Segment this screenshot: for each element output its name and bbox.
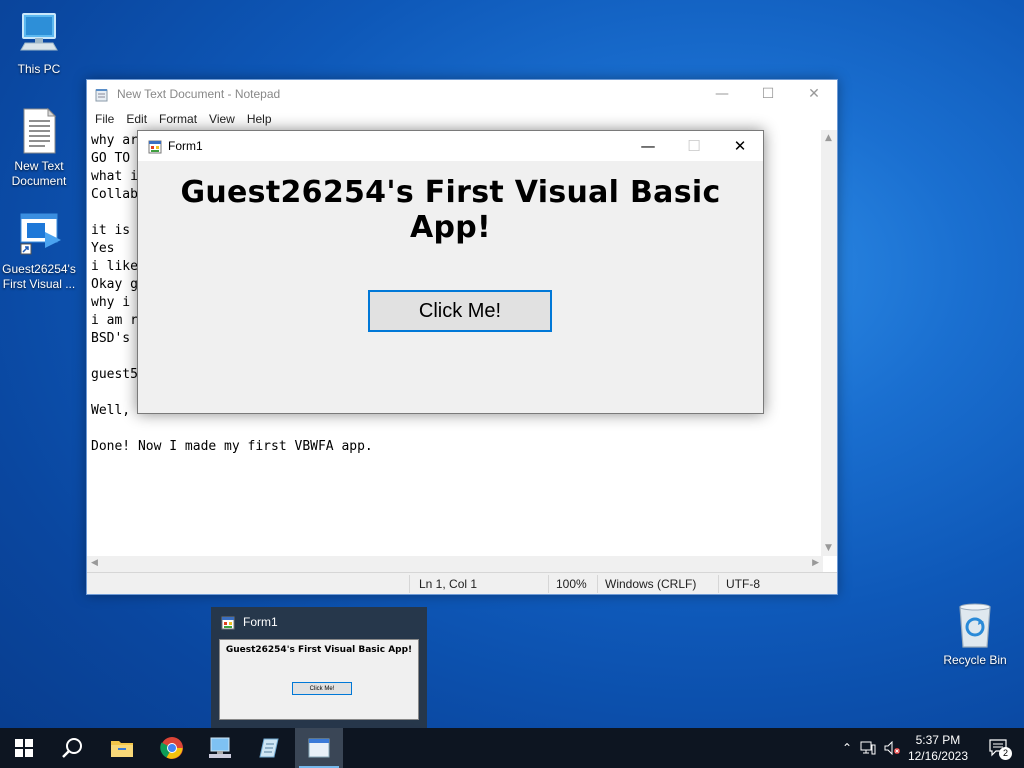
maximize-button[interactable]: ☐ <box>745 80 791 108</box>
form1-title: Form1 <box>168 139 203 153</box>
chevron-up-icon[interactable]: ⌃ <box>838 741 856 755</box>
taskbar-chrome[interactable] <box>148 728 196 768</box>
menu-view[interactable]: View <box>203 112 241 126</box>
preview-heading: Guest26254's First Visual Basic App! <box>225 645 413 655</box>
computer-icon <box>15 10 63 58</box>
menu-format[interactable]: Format <box>153 112 203 126</box>
notepad-app-icon <box>95 87 109 102</box>
maximize-button[interactable]: ☐ <box>671 131 717 161</box>
desktop-icon-recycle-bin[interactable]: Recycle Bin <box>937 601 1013 668</box>
status-line-ending: Windows (CRLF) <box>605 577 697 591</box>
text-line: Done! Now I made my first VBWFA app. <box>91 439 373 454</box>
status-zoom: 100% <box>556 577 587 591</box>
taskbar-remote-desktop[interactable] <box>196 728 244 768</box>
menu-help[interactable]: Help <box>241 112 278 126</box>
form1-titlebar[interactable]: Form1 — ☐ ✕ <box>138 131 763 161</box>
folder-icon <box>111 741 133 757</box>
network-computer-icon <box>209 737 231 758</box>
notepad-menubar: File Edit Format View Help <box>87 108 837 130</box>
chrome-icon <box>160 737 183 759</box>
clock-date: 12/16/2023 <box>907 749 968 763</box>
scroll-right-icon[interactable]: ▶ <box>812 558 819 568</box>
form-app-icon <box>221 615 235 630</box>
text-document-icon <box>15 107 63 155</box>
scroll-up-icon[interactable]: ▲ <box>825 133 832 143</box>
application-shortcut-icon <box>15 210 63 258</box>
status-position: Ln 1, Col 1 <box>419 577 478 591</box>
desktop-icon-label: This PC <box>17 62 61 76</box>
notepad-icon <box>259 738 279 758</box>
window-icon <box>308 738 330 758</box>
minimize-button[interactable]: — <box>625 131 671 161</box>
taskbar-clock[interactable]: 5:37 PM 12/16/2023 <box>908 732 968 764</box>
taskbar-notepad[interactable] <box>245 728 293 768</box>
taskbar-preview[interactable]: Form1 Guest26254's First Visual Basic Ap… <box>211 607 427 728</box>
scroll-left-icon[interactable]: ◀ <box>91 558 98 568</box>
scroll-down-icon[interactable]: ▼ <box>825 543 832 553</box>
start-button[interactable] <box>0 728 48 768</box>
preview-title: Form1 <box>243 615 278 629</box>
preview-button: Click Me! <box>292 682 352 695</box>
close-button[interactable]: ✕ <box>791 80 837 108</box>
form1-heading: Guest26254's First Visual Basic App! <box>180 175 721 245</box>
form1-window[interactable]: Form1 — ☐ ✕ Guest26254's First Visual Ba… <box>137 130 764 414</box>
horizontal-scrollbar[interactable]: ◀ ▶ <box>87 556 823 572</box>
preview-thumbnail[interactable]: Guest26254's First Visual Basic App! Cli… <box>219 639 419 720</box>
taskbar: ⌃ 5:37 PM 12/16/2023 2 <box>0 728 1024 768</box>
windows-logo-icon <box>15 739 33 757</box>
search-button[interactable] <box>48 728 96 768</box>
clock-time: 5:37 PM <box>915 733 961 747</box>
volume-muted-icon[interactable] <box>880 741 904 755</box>
close-button[interactable]: ✕ <box>717 131 763 161</box>
desktop-icon-vb-app[interactable]: Guest26254's First Visual ... <box>1 210 77 292</box>
menu-edit[interactable]: Edit <box>120 112 153 126</box>
search-icon <box>62 738 82 758</box>
click-me-button[interactable]: Click Me! <box>368 290 552 332</box>
status-encoding: UTF-8 <box>726 577 760 591</box>
notepad-statusbar: Ln 1, Col 1 100% Windows (CRLF) UTF-8 <box>87 572 837 594</box>
notification-count-badge: 2 <box>999 747 1012 760</box>
desktop-icon-this-pc[interactable]: This PC <box>1 10 77 77</box>
taskbar-form1[interactable] <box>295 728 343 768</box>
desktop-icon-label: Guest26254's First Visual ... <box>2 262 76 291</box>
taskbar-file-explorer[interactable] <box>98 728 146 768</box>
network-icon[interactable] <box>856 741 880 755</box>
desktop-icon-new-text-document[interactable]: New Text Document <box>1 107 77 189</box>
form-app-icon <box>148 139 162 154</box>
notepad-title: New Text Document - Notepad <box>117 87 281 101</box>
desktop-icon-label: New Text Document <box>11 159 67 188</box>
notepad-titlebar[interactable]: New Text Document - Notepad — ☐ ✕ <box>87 80 837 108</box>
vertical-scrollbar[interactable]: ▲ ▼ <box>821 130 837 556</box>
menu-file[interactable]: File <box>89 112 120 126</box>
minimize-button[interactable]: — <box>699 80 745 108</box>
recycle-bin-icon <box>951 601 999 649</box>
text-line <box>91 420 819 438</box>
notification-center-button[interactable]: 2 <box>988 738 1012 760</box>
desktop-icon-label: Recycle Bin <box>943 653 1007 667</box>
